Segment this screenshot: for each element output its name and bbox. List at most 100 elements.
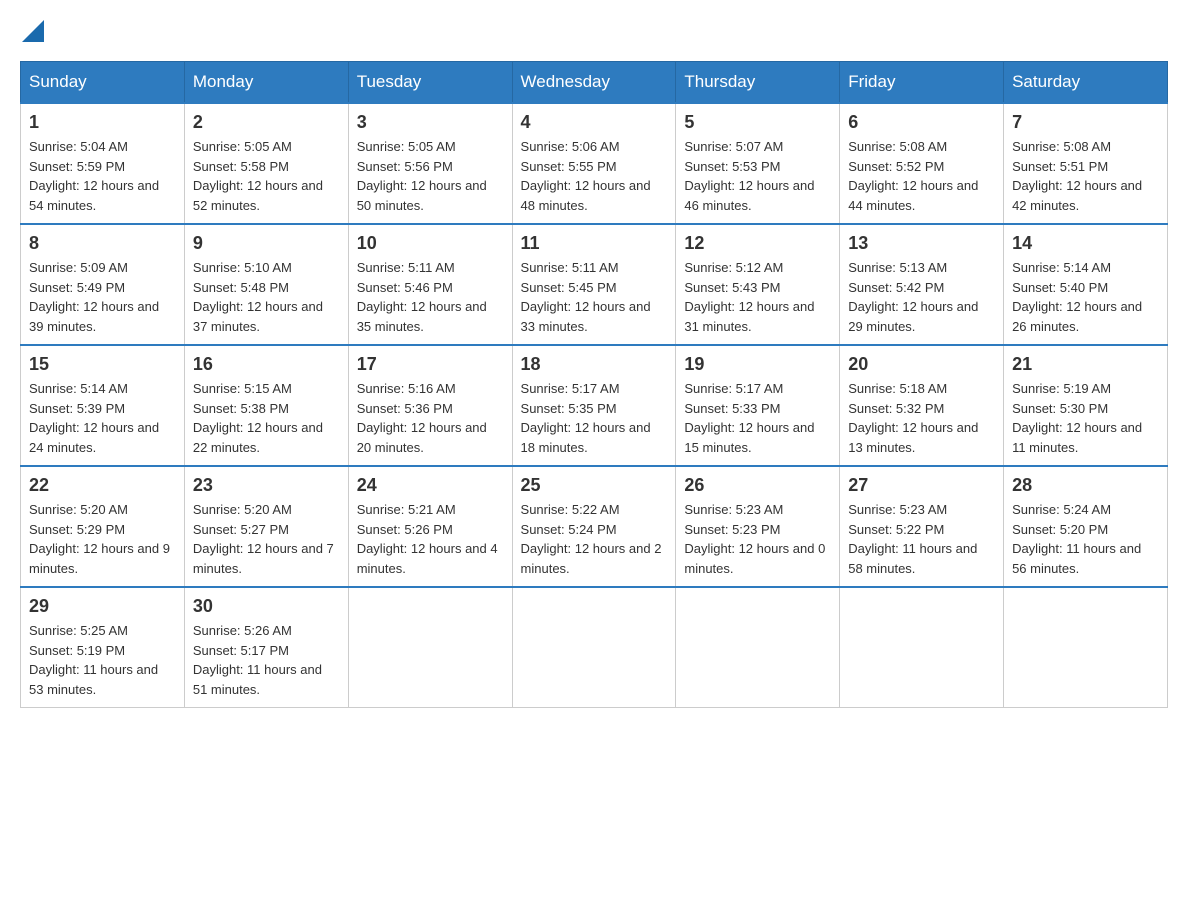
day-info: Sunrise: 5:08 AMSunset: 5:51 PMDaylight:… <box>1012 139 1142 213</box>
empty-cell <box>676 587 840 708</box>
day-number: 16 <box>193 354 340 375</box>
day-info: Sunrise: 5:11 AMSunset: 5:46 PMDaylight:… <box>357 260 487 334</box>
day-number: 17 <box>357 354 504 375</box>
day-number: 9 <box>193 233 340 254</box>
day-number: 10 <box>357 233 504 254</box>
day-info: Sunrise: 5:17 AMSunset: 5:33 PMDaylight:… <box>684 381 814 455</box>
day-info: Sunrise: 5:11 AMSunset: 5:45 PMDaylight:… <box>521 260 651 334</box>
week-row-2: 8 Sunrise: 5:09 AMSunset: 5:49 PMDayligh… <box>21 224 1168 345</box>
column-header-saturday: Saturday <box>1004 62 1168 104</box>
day-cell-22: 22 Sunrise: 5:20 AMSunset: 5:29 PMDaylig… <box>21 466 185 587</box>
day-cell-16: 16 Sunrise: 5:15 AMSunset: 5:38 PMDaylig… <box>184 345 348 466</box>
day-cell-7: 7 Sunrise: 5:08 AMSunset: 5:51 PMDayligh… <box>1004 103 1168 224</box>
day-info: Sunrise: 5:21 AMSunset: 5:26 PMDaylight:… <box>357 502 498 576</box>
week-row-5: 29 Sunrise: 5:25 AMSunset: 5:19 PMDaylig… <box>21 587 1168 708</box>
empty-cell <box>512 587 676 708</box>
day-number: 3 <box>357 112 504 133</box>
day-cell-9: 9 Sunrise: 5:10 AMSunset: 5:48 PMDayligh… <box>184 224 348 345</box>
day-info: Sunrise: 5:18 AMSunset: 5:32 PMDaylight:… <box>848 381 978 455</box>
day-info: Sunrise: 5:14 AMSunset: 5:39 PMDaylight:… <box>29 381 159 455</box>
day-cell-14: 14 Sunrise: 5:14 AMSunset: 5:40 PMDaylig… <box>1004 224 1168 345</box>
column-header-friday: Friday <box>840 62 1004 104</box>
day-number: 23 <box>193 475 340 496</box>
week-row-1: 1 Sunrise: 5:04 AMSunset: 5:59 PMDayligh… <box>21 103 1168 224</box>
day-number: 28 <box>1012 475 1159 496</box>
day-cell-23: 23 Sunrise: 5:20 AMSunset: 5:27 PMDaylig… <box>184 466 348 587</box>
day-info: Sunrise: 5:08 AMSunset: 5:52 PMDaylight:… <box>848 139 978 213</box>
day-number: 2 <box>193 112 340 133</box>
day-info: Sunrise: 5:12 AMSunset: 5:43 PMDaylight:… <box>684 260 814 334</box>
day-number: 7 <box>1012 112 1159 133</box>
day-info: Sunrise: 5:06 AMSunset: 5:55 PMDaylight:… <box>521 139 651 213</box>
day-info: Sunrise: 5:19 AMSunset: 5:30 PMDaylight:… <box>1012 381 1142 455</box>
day-number: 25 <box>521 475 668 496</box>
day-info: Sunrise: 5:23 AMSunset: 5:22 PMDaylight:… <box>848 502 977 576</box>
day-cell-1: 1 Sunrise: 5:04 AMSunset: 5:59 PMDayligh… <box>21 103 185 224</box>
day-number: 12 <box>684 233 831 254</box>
day-info: Sunrise: 5:20 AMSunset: 5:29 PMDaylight:… <box>29 502 170 576</box>
day-info: Sunrise: 5:15 AMSunset: 5:38 PMDaylight:… <box>193 381 323 455</box>
day-info: Sunrise: 5:10 AMSunset: 5:48 PMDaylight:… <box>193 260 323 334</box>
column-header-tuesday: Tuesday <box>348 62 512 104</box>
day-info: Sunrise: 5:26 AMSunset: 5:17 PMDaylight:… <box>193 623 322 697</box>
day-cell-2: 2 Sunrise: 5:05 AMSunset: 5:58 PMDayligh… <box>184 103 348 224</box>
day-cell-25: 25 Sunrise: 5:22 AMSunset: 5:24 PMDaylig… <box>512 466 676 587</box>
day-number: 5 <box>684 112 831 133</box>
day-cell-4: 4 Sunrise: 5:06 AMSunset: 5:55 PMDayligh… <box>512 103 676 224</box>
calendar-table: SundayMondayTuesdayWednesdayThursdayFrid… <box>20 61 1168 708</box>
logo <box>20 20 44 41</box>
day-info: Sunrise: 5:17 AMSunset: 5:35 PMDaylight:… <box>521 381 651 455</box>
day-cell-20: 20 Sunrise: 5:18 AMSunset: 5:32 PMDaylig… <box>840 345 1004 466</box>
day-number: 11 <box>521 233 668 254</box>
day-number: 30 <box>193 596 340 617</box>
day-info: Sunrise: 5:22 AMSunset: 5:24 PMDaylight:… <box>521 502 662 576</box>
day-info: Sunrise: 5:25 AMSunset: 5:19 PMDaylight:… <box>29 623 158 697</box>
day-number: 26 <box>684 475 831 496</box>
day-number: 13 <box>848 233 995 254</box>
day-number: 1 <box>29 112 176 133</box>
day-info: Sunrise: 5:16 AMSunset: 5:36 PMDaylight:… <box>357 381 487 455</box>
day-cell-30: 30 Sunrise: 5:26 AMSunset: 5:17 PMDaylig… <box>184 587 348 708</box>
day-cell-17: 17 Sunrise: 5:16 AMSunset: 5:36 PMDaylig… <box>348 345 512 466</box>
week-row-3: 15 Sunrise: 5:14 AMSunset: 5:39 PMDaylig… <box>21 345 1168 466</box>
page-header <box>20 20 1168 41</box>
day-cell-26: 26 Sunrise: 5:23 AMSunset: 5:23 PMDaylig… <box>676 466 840 587</box>
day-info: Sunrise: 5:04 AMSunset: 5:59 PMDaylight:… <box>29 139 159 213</box>
day-number: 4 <box>521 112 668 133</box>
day-number: 20 <box>848 354 995 375</box>
day-cell-5: 5 Sunrise: 5:07 AMSunset: 5:53 PMDayligh… <box>676 103 840 224</box>
empty-cell <box>1004 587 1168 708</box>
column-header-wednesday: Wednesday <box>512 62 676 104</box>
day-cell-21: 21 Sunrise: 5:19 AMSunset: 5:30 PMDaylig… <box>1004 345 1168 466</box>
day-cell-3: 3 Sunrise: 5:05 AMSunset: 5:56 PMDayligh… <box>348 103 512 224</box>
day-cell-27: 27 Sunrise: 5:23 AMSunset: 5:22 PMDaylig… <box>840 466 1004 587</box>
day-cell-15: 15 Sunrise: 5:14 AMSunset: 5:39 PMDaylig… <box>21 345 185 466</box>
day-number: 15 <box>29 354 176 375</box>
day-info: Sunrise: 5:20 AMSunset: 5:27 PMDaylight:… <box>193 502 334 576</box>
day-cell-18: 18 Sunrise: 5:17 AMSunset: 5:35 PMDaylig… <box>512 345 676 466</box>
day-number: 6 <box>848 112 995 133</box>
day-cell-28: 28 Sunrise: 5:24 AMSunset: 5:20 PMDaylig… <box>1004 466 1168 587</box>
day-cell-6: 6 Sunrise: 5:08 AMSunset: 5:52 PMDayligh… <box>840 103 1004 224</box>
day-cell-19: 19 Sunrise: 5:17 AMSunset: 5:33 PMDaylig… <box>676 345 840 466</box>
day-info: Sunrise: 5:13 AMSunset: 5:42 PMDaylight:… <box>848 260 978 334</box>
empty-cell <box>840 587 1004 708</box>
day-number: 22 <box>29 475 176 496</box>
day-cell-10: 10 Sunrise: 5:11 AMSunset: 5:46 PMDaylig… <box>348 224 512 345</box>
day-info: Sunrise: 5:09 AMSunset: 5:49 PMDaylight:… <box>29 260 159 334</box>
day-cell-11: 11 Sunrise: 5:11 AMSunset: 5:45 PMDaylig… <box>512 224 676 345</box>
week-row-4: 22 Sunrise: 5:20 AMSunset: 5:29 PMDaylig… <box>21 466 1168 587</box>
day-info: Sunrise: 5:05 AMSunset: 5:56 PMDaylight:… <box>357 139 487 213</box>
day-cell-8: 8 Sunrise: 5:09 AMSunset: 5:49 PMDayligh… <box>21 224 185 345</box>
day-info: Sunrise: 5:07 AMSunset: 5:53 PMDaylight:… <box>684 139 814 213</box>
day-info: Sunrise: 5:23 AMSunset: 5:23 PMDaylight:… <box>684 502 825 576</box>
day-number: 18 <box>521 354 668 375</box>
day-cell-24: 24 Sunrise: 5:21 AMSunset: 5:26 PMDaylig… <box>348 466 512 587</box>
calendar-header-row: SundayMondayTuesdayWednesdayThursdayFrid… <box>21 62 1168 104</box>
day-info: Sunrise: 5:14 AMSunset: 5:40 PMDaylight:… <box>1012 260 1142 334</box>
empty-cell <box>348 587 512 708</box>
day-info: Sunrise: 5:24 AMSunset: 5:20 PMDaylight:… <box>1012 502 1141 576</box>
column-header-thursday: Thursday <box>676 62 840 104</box>
day-number: 19 <box>684 354 831 375</box>
day-number: 27 <box>848 475 995 496</box>
